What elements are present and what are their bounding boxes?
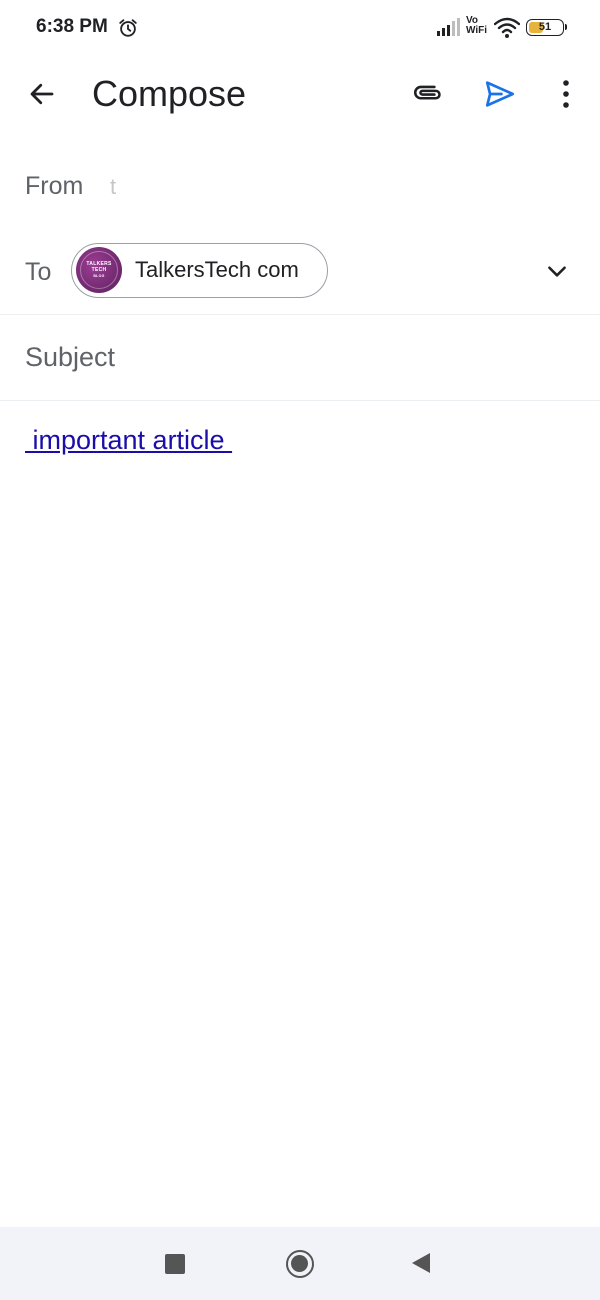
page-title: Compose: [92, 73, 247, 114]
to-label: To: [25, 258, 52, 286]
recipient-name: TalkersTech com: [135, 257, 299, 282]
app-bar: Compose: [0, 56, 600, 132]
back-button[interactable]: [20, 72, 64, 116]
recents-square-icon[interactable]: [165, 1254, 185, 1274]
wifi-icon: [494, 17, 520, 38]
signal-icon: [437, 18, 460, 36]
from-label: From: [25, 172, 84, 200]
compose-body[interactable]: important article: [0, 401, 600, 1227]
send-icon: [485, 81, 515, 107]
battery-icon: 51: [526, 19, 567, 36]
from-row[interactable]: From t: [0, 150, 600, 224]
avatar-text-line3: BLOG: [93, 274, 105, 278]
back-triangle-icon[interactable]: [412, 1253, 430, 1273]
home-dot: [291, 1255, 308, 1272]
more-vert-icon: [563, 80, 569, 108]
back-arrow-icon: [30, 83, 54, 105]
more-options-button[interactable]: [548, 72, 584, 116]
home-circle-icon[interactable]: [286, 1250, 314, 1278]
vowifi-line-wifi: WiFi: [466, 25, 488, 36]
attachment-icon: [414, 85, 441, 100]
system-nav-bar: [0, 1227, 600, 1300]
chevron-down-icon: [548, 266, 566, 277]
from-value[interactable]: t: [110, 174, 116, 200]
status-bar: 6:38 PM Vo WiFi 51: [0, 0, 600, 56]
recipient-chip[interactable]: TALKERS TECH BLOG TalkersTech com: [71, 243, 328, 298]
avatar-logo: TALKERS TECH BLOG: [80, 251, 118, 289]
battery-level: 51: [538, 21, 552, 33]
avatar: TALKERS TECH BLOG: [76, 247, 122, 293]
vowifi-icon: Vo WiFi: [466, 16, 487, 36]
expand-recipients-button[interactable]: [540, 254, 574, 288]
attach-button[interactable]: [406, 72, 450, 116]
status-time: 6:38 PM: [36, 16, 108, 37]
subject-row: [0, 315, 600, 401]
body-link[interactable]: important article: [25, 425, 232, 456]
alarm-icon: [119, 19, 137, 37]
send-button[interactable]: [478, 72, 522, 116]
subject-input[interactable]: [25, 337, 565, 377]
to-row[interactable]: To TALKERS TECH BLOG TalkersTech com: [0, 232, 600, 315]
battery-nub: [565, 24, 567, 30]
